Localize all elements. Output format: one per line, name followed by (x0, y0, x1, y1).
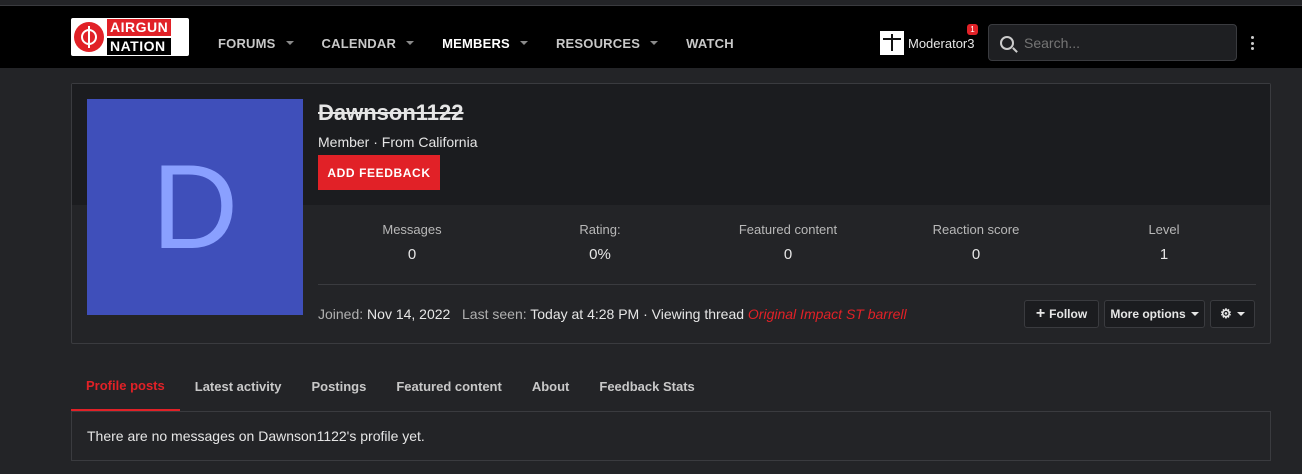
profile-card: D Dawnson1122 Member · From California A… (71, 83, 1271, 344)
search-box[interactable] (988, 24, 1237, 61)
nav-forums[interactable]: FORUMS (218, 36, 294, 51)
profile-settings-button[interactable]: ⚙ (1210, 300, 1255, 328)
logo-line1: AIRGUN (107, 19, 172, 36)
more-vertical-icon[interactable] (1251, 36, 1255, 50)
more-options-button[interactable]: More options (1104, 300, 1205, 328)
profile-subtitle: Member · From California (318, 134, 478, 150)
tab-profile-posts[interactable]: Profile posts (71, 362, 180, 411)
nav-calendar[interactable]: CALENDAR (322, 36, 415, 51)
chevron-down-icon[interactable] (285, 41, 294, 45)
user-avatar-scales-icon (880, 31, 904, 55)
chevron-down-icon[interactable] (650, 41, 659, 45)
tab-latest-activity[interactable]: Latest activity (180, 362, 297, 411)
profile-stats: Messages 0 Rating: 0% Featured content 0… (318, 222, 1258, 263)
chevron-down-icon[interactable] (519, 41, 528, 45)
search-input[interactable] (1024, 34, 1224, 51)
main-nav: FORUMS CALENDAR MEMBERS RESOURCES WATCH (218, 12, 762, 74)
profile-avatar[interactable]: D (87, 99, 303, 315)
chevron-down-icon (1236, 312, 1245, 316)
profile-meta: Joined: Nov 14, 2022 Last seen: Today at… (318, 306, 907, 322)
user-menu[interactable]: Moderator3 1 (880, 24, 978, 55)
tab-about[interactable]: About (517, 362, 585, 411)
nav-members[interactable]: MEMBERS (442, 36, 528, 51)
stat-featured-content[interactable]: Featured content 0 (694, 222, 882, 263)
nav-watch[interactable]: WATCH (686, 36, 734, 51)
crosshair-icon (74, 22, 104, 52)
stat-level: Level 1 (1148, 222, 1180, 263)
tab-feedback-stats[interactable]: Feedback Stats (584, 362, 709, 411)
add-feedback-button[interactable]: ADD FEEDBACK (318, 155, 440, 190)
search-icon (1000, 35, 1014, 50)
stat-messages[interactable]: Messages 0 (318, 222, 506, 263)
follow-button[interactable]: + Follow (1024, 300, 1099, 328)
tab-featured-content[interactable]: Featured content (381, 362, 516, 411)
profile-tabs: Profile posts Latest activity Postings F… (71, 362, 1271, 411)
navbar: AIRGUN NATION FORUMS CALENDAR MEMBERS RE… (0, 6, 1302, 68)
nav-resources[interactable]: RESOURCES (556, 36, 659, 51)
stat-rating: Rating: 0% (579, 222, 621, 263)
logo-line2: NATION (107, 38, 172, 55)
alert-badge: 1 (967, 24, 978, 35)
gear-icon: ⚙ (1220, 306, 1232, 321)
tab-postings[interactable]: Postings (296, 362, 381, 411)
joined-date: Nov 14, 2022 (367, 306, 451, 322)
site-logo[interactable]: AIRGUN NATION (71, 18, 189, 56)
chevron-down-icon (1190, 312, 1199, 316)
user-name: Moderator3 (908, 35, 975, 51)
viewing-thread-link[interactable]: Original Impact ST barrell (748, 306, 907, 322)
chevron-down-icon[interactable] (406, 41, 415, 45)
profile-username: Dawnson1122 (318, 100, 464, 125)
last-seen-value: Today at 4:28 PM · Viewing thread (530, 306, 745, 322)
plus-icon: + (1035, 305, 1046, 322)
empty-profile-posts-message: There are no messages on Dawnson1122's p… (71, 411, 1271, 461)
divider (318, 284, 1256, 285)
stat-reaction-score[interactable]: Reaction score 0 (882, 222, 1070, 263)
